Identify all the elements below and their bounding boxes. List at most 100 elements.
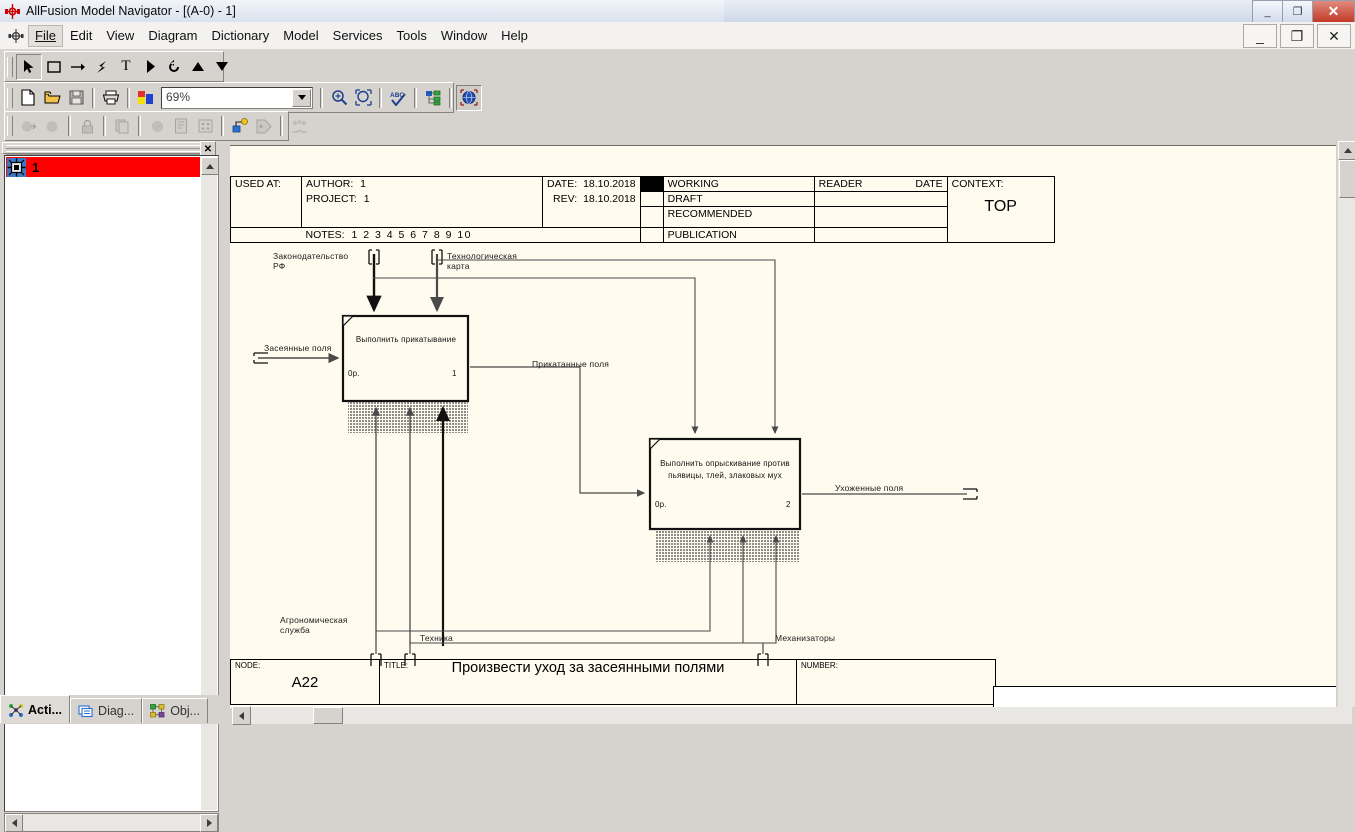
toolbar-separator xyxy=(449,87,452,108)
node-cell: NODE: A22 xyxy=(230,659,380,705)
toolbar-grip[interactable] xyxy=(7,116,13,136)
scroll-up-button[interactable] xyxy=(201,157,218,175)
mdi-close-button[interactable]: ✕ xyxy=(1317,24,1351,48)
close-button[interactable]: ✕ xyxy=(1312,0,1355,23)
minimize-button[interactable]: _ xyxy=(1252,0,1282,23)
tab-objects[interactable]: Obj... xyxy=(142,698,209,723)
text-tool-icon[interactable]: T xyxy=(114,55,138,79)
reader-blank-3 xyxy=(813,226,948,243)
tab-activities[interactable]: Acti... xyxy=(0,695,71,723)
menu-edit[interactable]: Edit xyxy=(63,25,99,47)
document-control-icon[interactable] xyxy=(6,26,26,46)
arrow-tool-icon[interactable] xyxy=(66,55,90,79)
notes-label: NOTES: xyxy=(305,228,345,241)
rotate-tool-icon[interactable] xyxy=(162,55,186,79)
mdi-minimize-button[interactable]: _ xyxy=(1243,24,1277,48)
context-cell: CONTEXT: TOP xyxy=(946,176,1055,243)
menu-dictionary[interactable]: Dictionary xyxy=(204,25,276,47)
menu-window[interactable]: Window xyxy=(434,25,494,47)
doc-scroll-left-button[interactable] xyxy=(232,706,251,725)
report-icon xyxy=(169,114,193,138)
pointer-tool-icon[interactable] xyxy=(16,53,42,80)
activity-2-name: Выполнить опрыскивание против пьявицы, т… xyxy=(660,459,790,480)
panel-title-gripper[interactable] xyxy=(2,142,212,161)
toolbar-grip[interactable] xyxy=(7,56,13,77)
new-file-icon[interactable] xyxy=(16,86,40,110)
node-value: A22 xyxy=(291,674,319,691)
used-at-cell: USED AT: xyxy=(230,176,302,228)
menu-view-label: View xyxy=(106,27,135,43)
model-explorer-icon[interactable] xyxy=(421,86,445,110)
explorer-tabs: Acti... Diag... Obj... xyxy=(0,695,222,724)
doc-horizontal-thumb[interactable] xyxy=(313,707,343,724)
tree-horizontal-scrollbar[interactable] xyxy=(4,813,219,832)
restore-button[interactable]: ❐ xyxy=(1282,0,1312,23)
toolbar-separator xyxy=(379,87,382,108)
tree-item-label: 1 xyxy=(32,159,40,175)
toolbar-separator xyxy=(320,87,323,108)
zoom-fit-icon[interactable] xyxy=(351,86,375,110)
menu-diagram[interactable]: Diagram xyxy=(141,25,204,47)
tab-diagrams[interactable]: Diag... xyxy=(70,698,143,723)
doc-scroll-up-button[interactable] xyxy=(1338,141,1355,160)
date-col-label: DATE xyxy=(915,178,943,190)
go-to-child-icon xyxy=(40,114,64,138)
scroll-right-button[interactable] xyxy=(200,813,218,832)
control-arrow-tehkarta xyxy=(429,249,445,313)
idef0-kit-footer: NODE: A22 TITLE: Произвести уход за засе… xyxy=(230,659,996,705)
document-horizontal-scrollbar[interactable] xyxy=(232,706,1352,725)
scroll-left-button[interactable] xyxy=(5,813,23,832)
sheet-overflow-area xyxy=(993,686,1336,708)
menu-diagram-label: Diagram xyxy=(148,27,198,43)
toolbar-separator xyxy=(138,116,141,136)
status-marker-cell xyxy=(639,191,664,207)
tunnel-up-tool-icon[interactable] xyxy=(186,55,210,79)
activity-1-box xyxy=(341,314,470,403)
arrow-label-tehnika: Техника xyxy=(420,633,453,643)
mdi-restore-button[interactable]: ❐ xyxy=(1280,24,1314,48)
spell-check-icon[interactable]: ABC xyxy=(386,86,410,110)
squiggle-tool-icon[interactable] xyxy=(90,55,114,79)
menu-view[interactable]: View xyxy=(99,25,141,47)
window-controls: _ ❐ ✕ xyxy=(1252,0,1355,23)
tag-icon xyxy=(252,114,276,138)
tree-item-1[interactable]: 1 xyxy=(6,157,200,177)
menu-file[interactable]: File xyxy=(28,24,63,47)
menu-model[interactable]: Model xyxy=(276,25,325,47)
tunnel-down-tool-icon[interactable] xyxy=(210,55,234,79)
toolbar-separator xyxy=(68,116,71,136)
menu-services[interactable]: Services xyxy=(326,25,390,47)
diagram-canvas[interactable]: USED AT: AUTHOR: 1 DATE: 18.10.2018 WORK… xyxy=(230,145,1336,708)
link-node-icon[interactable] xyxy=(228,114,252,138)
color-palette-icon[interactable] xyxy=(134,86,158,110)
date-value: 18.10.2018 xyxy=(583,178,636,190)
arrow-label-tehkarta: Технологическая карта xyxy=(447,251,518,272)
play-tool-icon[interactable] xyxy=(138,55,162,79)
status-publication-cell: PUBLICATION xyxy=(662,226,815,243)
title-value: Произвести уход за засеянными полями xyxy=(451,660,725,676)
chevron-down-icon[interactable] xyxy=(292,88,311,107)
globe-icon[interactable] xyxy=(456,84,482,111)
activity-box-tool-icon[interactable] xyxy=(42,55,66,79)
reader-header-cell: READER DATE xyxy=(813,176,948,192)
document-vertical-scrollbar[interactable] xyxy=(1338,141,1355,707)
save-icon[interactable] xyxy=(64,86,88,110)
menu-edit-label: Edit xyxy=(69,27,93,43)
zoom-in-icon[interactable] xyxy=(327,86,351,110)
toolbar-separator xyxy=(414,87,417,108)
people-icon xyxy=(287,114,311,138)
activities-icon xyxy=(8,703,24,717)
toolbar-grip[interactable] xyxy=(7,87,13,108)
objects-icon xyxy=(150,704,166,718)
print-icon[interactable] xyxy=(99,86,123,110)
doc-vertical-thumb[interactable] xyxy=(1339,160,1355,198)
menu-help[interactable]: Help xyxy=(494,25,535,47)
open-folder-icon[interactable] xyxy=(40,86,64,110)
reader-blank-1 xyxy=(813,191,948,207)
title-cell: TITLE: Произвести уход за засеянными пол… xyxy=(379,659,797,705)
idef0-diagram-graphics[interactable] xyxy=(230,246,1000,666)
zoom-combobox[interactable]: 69% xyxy=(161,86,313,109)
menu-tools[interactable]: Tools xyxy=(390,25,434,47)
zoom-value: 69% xyxy=(166,89,191,104)
status-marker-cell xyxy=(639,206,664,228)
